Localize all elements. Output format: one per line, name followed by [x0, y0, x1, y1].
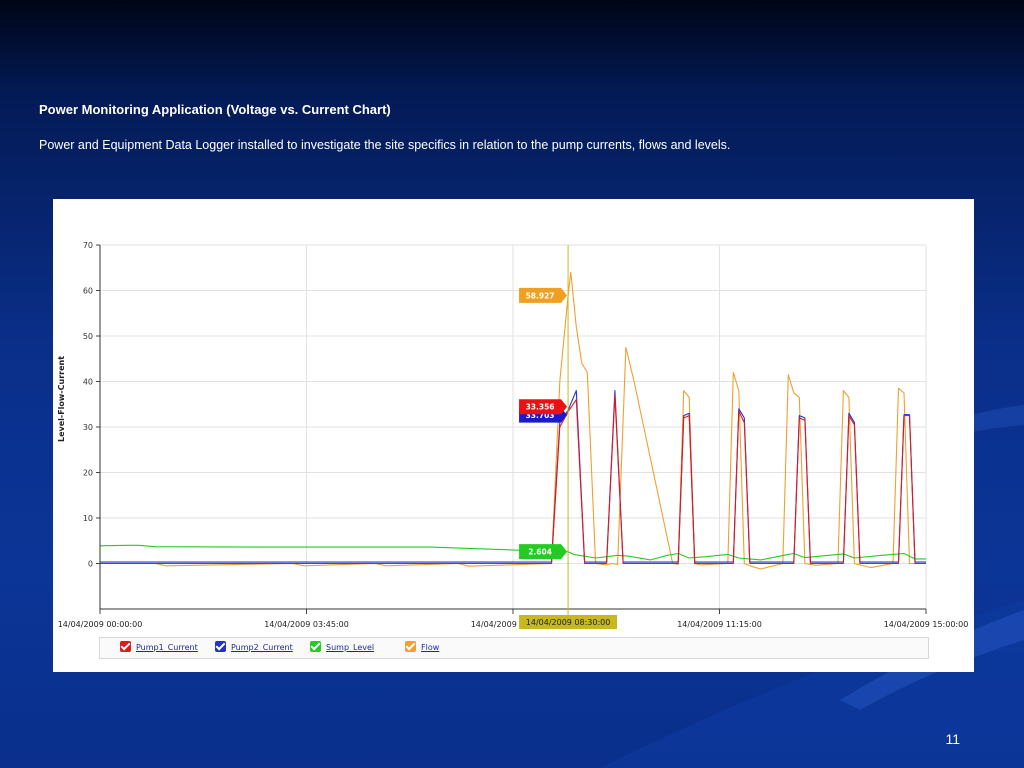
cursor-time-label: 14/04/2009 08:30:00 [526, 618, 611, 627]
legend-item-pump1-current[interactable]: Pump1_Current [120, 641, 198, 655]
checkbox-icon[interactable] [120, 641, 131, 652]
checkbox-icon[interactable] [405, 641, 416, 652]
x-tick-label: 14/04/2009 11:15:00 [677, 620, 762, 629]
x-tick-label: 14/04/2009 00:00:00 [58, 620, 143, 629]
y-tick-label: 30 [83, 423, 93, 432]
x-tick-label: 14/04/2009 15:00:00 [884, 620, 969, 629]
y-tick-label: 50 [83, 332, 93, 341]
y-tick-label: 10 [83, 514, 93, 523]
chart-panel: 0 10 20 30 40 50 60 70 14/04/2009 00:00:00 14/04/… [53, 199, 974, 672]
legend-label: Flow [421, 643, 440, 652]
page-number: 11 [945, 731, 960, 747]
y-tick-label: 60 [83, 287, 93, 296]
checkbox-icon[interactable] [310, 641, 321, 652]
legend-item-sump-level[interactable]: Sump_Level [310, 641, 374, 655]
y-tick-label: 20 [83, 469, 93, 478]
cursor-value-label: 58.927 [526, 291, 555, 300]
legend-label: Pump1_Current [136, 643, 198, 652]
y-axis-label: Level-Flow-Current [57, 356, 66, 442]
legend-label: Pump2_Current [231, 643, 293, 652]
slide-subtitle: Power and Equipment Data Logger installe… [39, 138, 731, 152]
line-chart: 0 10 20 30 40 50 60 70 14/04/2009 00:00:00 14/04/… [57, 241, 969, 629]
legend-item-pump2-current[interactable]: Pump2_Current [215, 641, 293, 655]
checkbox-icon[interactable] [215, 641, 226, 652]
legend-label: Sump_Level [326, 643, 375, 652]
legend-item-flow[interactable]: Flow [405, 641, 439, 655]
y-tick-label: 40 [83, 378, 93, 387]
slide-title: Power Monitoring Application (Voltage vs… [39, 102, 391, 117]
x-tick-label: 14/04/2009 03:45:00 [264, 620, 349, 629]
y-tick-label: 0 [88, 560, 93, 569]
cursor-value-label: 2.604 [528, 548, 552, 557]
cursor-value-label: 33.356 [526, 403, 555, 412]
chart-legend: Pump1_Current Pump2_Current Sump_Level Flow [99, 637, 929, 659]
y-tick-label: 70 [83, 241, 93, 250]
